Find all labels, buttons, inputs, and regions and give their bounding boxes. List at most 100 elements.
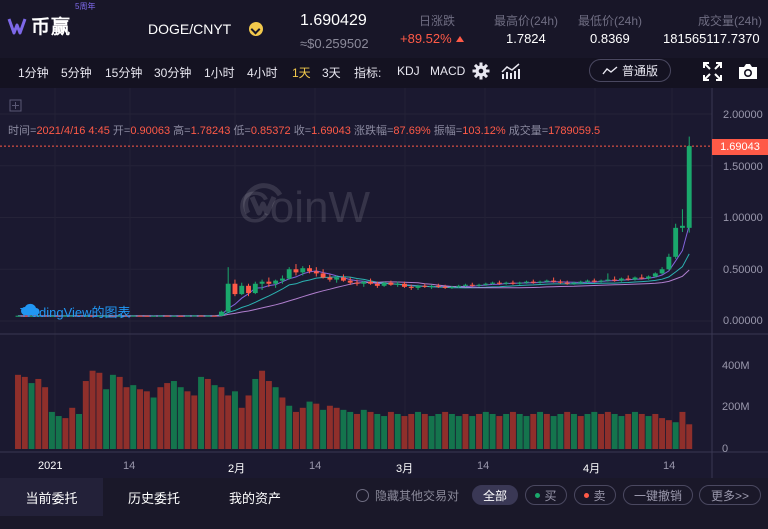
volume-bar — [82, 381, 89, 449]
volume-bar — [292, 411, 299, 449]
candle-body — [334, 277, 340, 280]
tab-current-orders[interactable]: 当前委托 — [0, 478, 103, 516]
chart-mode-label: 普通版 — [621, 64, 658, 78]
stat-value-volume: 181565117.7370 — [663, 31, 760, 46]
volume-bar — [69, 407, 76, 449]
timeframe-5min[interactable]: 5分钟 — [61, 64, 92, 81]
volume-bar — [28, 383, 35, 449]
radio-icon[interactable] — [356, 489, 369, 502]
brand-logo[interactable]: 币赢 — [6, 12, 71, 39]
pair-dropdown-icon[interactable] — [249, 22, 263, 36]
volume-bar — [442, 411, 449, 449]
ohlc-open: 0.90063 — [130, 125, 171, 137]
trading-pair[interactable]: DOGE/CNYT — [148, 21, 231, 37]
candle-body — [266, 281, 272, 284]
filter-buy-button[interactable]: 买 — [525, 485, 567, 505]
timeframe-4h[interactable]: 4小时 — [247, 64, 278, 81]
candle-body — [361, 281, 367, 284]
candle-body — [686, 146, 692, 228]
last-price: 1.690429 — [300, 12, 367, 29]
stat-label-low: 最低价(24h) — [578, 14, 643, 28]
candle-body — [625, 278, 631, 280]
timeframe-15min[interactable]: 15分钟 — [105, 64, 142, 81]
buy-dot-icon — [535, 492, 541, 498]
candle-body — [327, 277, 333, 280]
fullscreen-icon[interactable] — [703, 62, 722, 81]
volume-tick: 400M — [722, 360, 750, 372]
candle-body — [605, 279, 611, 281]
candle-body — [137, 315, 143, 317]
stat-label-volume: 成交量(24h) — [698, 14, 763, 28]
hide-other-pairs-toggle[interactable]: 隐藏其他交易对 — [356, 487, 459, 504]
candle-body — [612, 279, 618, 281]
timeframe-1min[interactable]: 1分钟 — [18, 64, 49, 81]
timeframe-1d[interactable]: 1天 — [292, 64, 311, 81]
volume-bar — [62, 418, 69, 449]
volume-bar — [428, 416, 435, 449]
coinw-watermark-icon — [243, 183, 283, 216]
filter-sell-button[interactable]: 卖 — [574, 485, 616, 505]
candle-body — [571, 282, 577, 284]
tradingview-link[interactable]: TradingView的图表 — [20, 302, 131, 321]
candle-body — [144, 315, 150, 317]
candle-body — [422, 285, 428, 287]
candle-body — [212, 315, 218, 317]
volume-bar — [598, 413, 605, 449]
volume-bar — [15, 374, 21, 449]
candle-body — [395, 283, 401, 285]
volume-bar — [238, 407, 245, 449]
price-tick: 1.50000 — [723, 161, 763, 173]
volume-bar — [137, 389, 144, 449]
candle-body — [374, 283, 380, 286]
cancel-all-button[interactable]: 一键撤销 — [623, 485, 693, 505]
volume-bar — [469, 416, 476, 449]
candle-body — [463, 284, 468, 286]
candle-body — [591, 280, 597, 282]
volume-bar — [435, 413, 442, 449]
volume-bar — [48, 411, 55, 449]
indicator-kdj[interactable]: KDJ — [397, 64, 420, 78]
volume-bar — [265, 381, 272, 449]
timeframe-3d[interactable]: 3天 — [322, 64, 341, 81]
volume-bar — [387, 411, 394, 449]
tab-order-history[interactable]: 历史委托 — [103, 478, 205, 516]
ohlc-amplitude: 103.12% — [462, 125, 506, 137]
volume-bar — [618, 416, 625, 449]
time-tick: 4月 — [583, 463, 601, 475]
timeframe-30min[interactable]: 30分钟 — [154, 64, 191, 81]
volume-bar — [55, 416, 62, 449]
candle-body — [524, 281, 529, 283]
candle-body — [632, 277, 638, 280]
volume-bar — [103, 389, 110, 449]
coinw-watermark: CoinW — [238, 183, 370, 233]
candlestick-chart-canvas[interactable] — [0, 88, 768, 478]
candle-body — [347, 280, 353, 283]
chart-mode-button[interactable]: 普通版 — [589, 59, 671, 82]
candle-body — [340, 277, 346, 281]
candle-body — [537, 281, 543, 283]
indicator-bars-icon[interactable] — [501, 63, 521, 79]
volume-bar — [340, 409, 347, 449]
more-button[interactable]: 更多>> — [699, 485, 761, 505]
settings-gear-icon[interactable] — [472, 62, 490, 80]
filter-all-button[interactable]: 全部 — [472, 485, 518, 505]
candle-body — [490, 282, 496, 284]
coinw-logo-icon — [7, 17, 27, 34]
candle-body — [320, 273, 326, 278]
timeframe-1h[interactable]: 1小时 — [204, 64, 235, 81]
screenshot-camera-icon[interactable] — [738, 63, 758, 80]
volume-bar — [123, 387, 130, 449]
candle-body — [449, 286, 455, 288]
price-chart[interactable]: CoinW 时间=2021/4/16 4:45 开=0.90063 高=1.78… — [0, 88, 768, 478]
tab-my-assets[interactable]: 我的资产 — [205, 478, 305, 516]
volume-bar — [462, 413, 469, 449]
ohlc-legend: 时间=2021/4/16 4:45 开=0.90063 高=1.78243 低=… — [8, 125, 601, 137]
indicator-macd[interactable]: MACD — [430, 64, 465, 78]
volume-bar — [299, 407, 306, 449]
candle-body — [151, 315, 157, 317]
candle-body — [185, 315, 190, 317]
candle-body — [530, 281, 536, 283]
volume-bar — [89, 370, 96, 449]
volume-bar — [557, 413, 564, 449]
volume-bar — [496, 416, 503, 449]
